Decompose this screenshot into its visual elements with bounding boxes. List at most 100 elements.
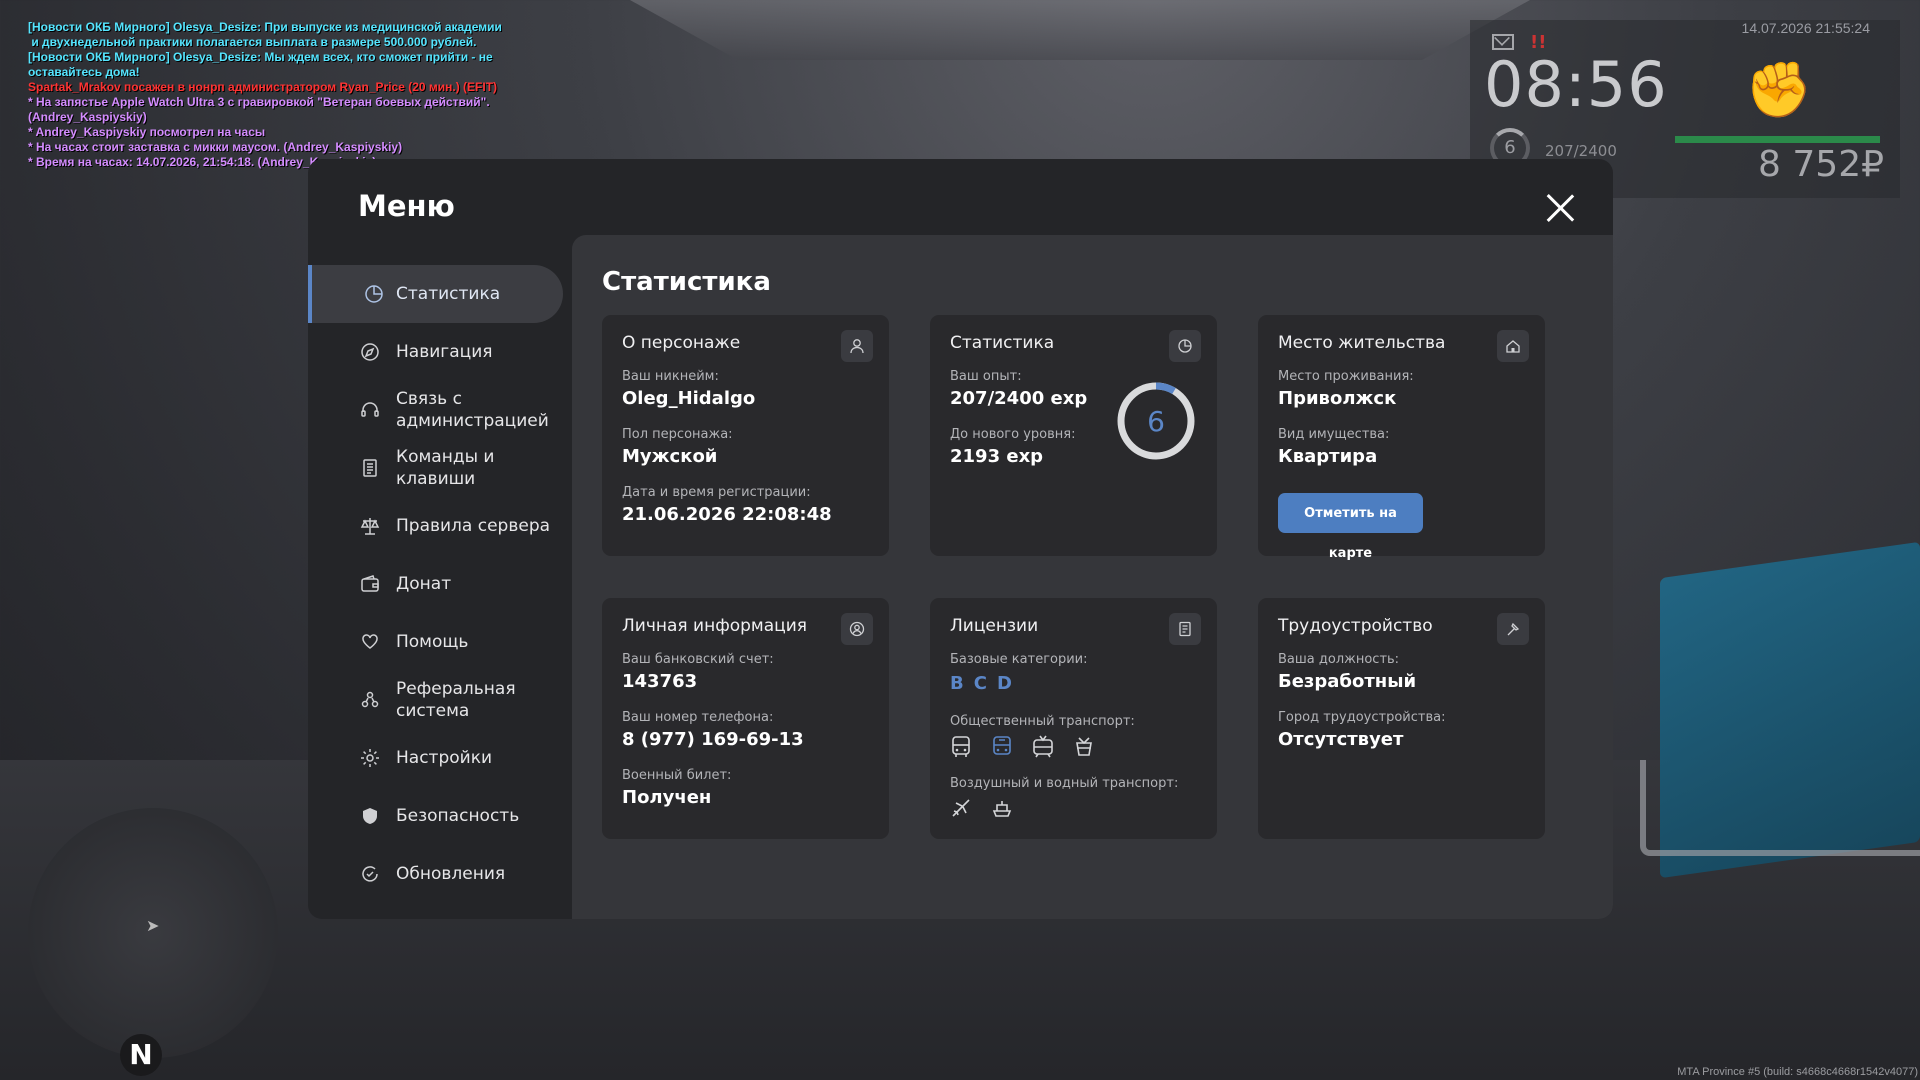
sidebar-item-label: Статистика [396,284,501,304]
hud-money: 8 752₽ [1758,144,1884,185]
headset-icon [358,398,382,422]
plane-icon [950,797,978,825]
chat-line: * Andrey_Kaspiyskiy посмотрел на часы [28,125,266,139]
sidebar-item[interactable]: Обновления [308,845,563,903]
menu-title: Меню [358,189,455,223]
user-icon [841,330,873,362]
chat-line: и двухнедельной практики полагается выпл… [28,35,477,49]
north-indicator: N [120,1034,162,1076]
exp-field: Ваш опыт: 207/2400 exp [950,369,1088,409]
military-id-field: Военный билет: Получен [622,768,732,808]
scene-bed-frame [1640,760,1920,856]
heart-hand-icon [358,630,382,654]
sidebar-item[interactable]: Правила сервера [308,497,563,555]
exp-value: 207/2400 exp [950,388,1088,409]
user-circle-icon [841,613,873,645]
military-id-value: Получен [622,787,712,808]
sidebar-item-label: Связь с администрацией [396,389,549,431]
nickname-field: Ваш никнейм: Oleg_Hidalgo [622,369,756,409]
card-title: Лицензии [950,616,1039,636]
people-icon [358,688,382,712]
player-arrow-icon: ➤ [146,916,160,935]
registration-value: 21.06.2026 22:08:48 [622,504,832,525]
employment-city-field: Город трудоустройства: Отсутствует [1278,710,1446,750]
sidebar-item-label: Безопасность [396,806,520,826]
bus-icon [950,735,978,763]
phone-field: Ваш номер телефона: 8 (977) 169-69-13 [622,710,804,750]
level-ring-value: 6 [1147,405,1165,438]
shield-icon [358,804,382,828]
sidebar-item-label: Донат [396,574,452,594]
card-title: Место жительства [1278,333,1446,353]
compass-icon [358,340,382,364]
sidebar-item[interactable]: Донат [308,555,563,613]
air-water-transport-field: Воздушный и водный транспорт: [950,776,1178,825]
card-title: Статистика [950,333,1055,353]
sidebar-item[interactable]: Навигация [308,323,563,381]
card-residence: Место жительства Место проживания: Приво… [1258,315,1545,561]
employment-city-value: Отсутствует [1278,729,1404,750]
sidebar-item-label: Правила сервера [396,516,551,536]
card-personal-info: Личная информация Ваш банковский счет: 1… [602,598,889,839]
position-value: Безработный [1278,671,1417,692]
chat-line: * На запястье Apple Watch Ultra 3 с грав… [28,95,490,109]
document-icon [358,456,382,480]
bus-active-icon [991,735,1019,763]
sidebar-item[interactable]: Связь с администрацией [308,381,563,439]
sidebar-item-label: Помощь [396,632,469,652]
chat-line: (Andrey_Kaspiyskiy) [28,110,147,124]
residence-place-field: Место проживания: Приволжск [1278,369,1414,409]
gender-field: Пол персонажа: Мужской [622,427,733,467]
license-category-b: B [950,673,964,694]
scales-icon [358,514,382,538]
next-level-field: До нового уровня: 2193 exp [950,427,1076,467]
content-panel: Статистика О персонаже Ваш никнейм: Oleg… [572,235,1613,919]
sidebar-item-label: Команды и клавиши [396,447,495,489]
sidebar-item-label: Обновления [396,864,506,884]
hud-clock: 08:56 [1484,48,1668,121]
sidebar-item[interactable]: Помощь [308,613,563,671]
card-employment: Трудоустройство Ваша должность: Безработ… [1258,598,1545,839]
menu-window: Меню Статистика Навигация Связь с админист… [308,159,1613,919]
build-info: MTA Province #5 (build: s4668c4668r1542v… [1677,1066,1918,1078]
card-title: Трудоустройство [1278,616,1433,636]
chat-line: * На часах стоит заставка с микки маусом… [28,140,403,154]
boat-icon [991,797,1019,825]
position-field: Ваша должность: Безработный [1278,652,1417,692]
hud-exp: 207/2400 [1545,142,1617,160]
base-categories-field: Базовые категории: BCD [950,652,1088,694]
registration-field: Дата и время регистрации: 21.06.2026 22:… [622,485,832,525]
level-ring: 6 [1117,382,1195,460]
residence-place-value: Приволжск [1278,388,1397,409]
sidebar-item[interactable]: Настройки [308,729,563,787]
card-title: Личная информация [622,616,808,636]
menu-sidebar: Статистика Навигация Связь с администрацие… [308,265,563,903]
sidebar-item[interactable]: Безопасность [308,787,563,845]
hammer-icon [1497,613,1529,645]
hud-date: 14.07.2026 21:55:24 [1741,20,1870,36]
sidebar-item-label: Настройки [396,748,493,768]
bank-account-value: 143763 [622,671,698,692]
chat-line: [Новости ОКБ Мирного] Olesya_Desize: Мы … [28,50,493,64]
sidebar-item[interactable]: Статистика [308,265,563,323]
license-icon [1169,613,1201,645]
sidebar-item[interactable]: Реферальная система [308,671,563,729]
health-bar [1675,136,1880,143]
sidebar-item-label: Навигация [396,342,493,362]
close-button[interactable] [1545,193,1575,223]
sidebar-item-label: Реферальная система [396,679,516,721]
mark-on-map-button[interactable]: Отметить на карте [1278,493,1423,561]
pie-chart-icon [1169,330,1201,362]
house-icon [1497,330,1529,362]
nickname-value: Oleg_Hidalgo [622,388,756,409]
property-type-value: Квартира [1278,446,1378,467]
scene-ceiling [630,0,1530,60]
chat-line: оставайтесь дома! [28,65,140,79]
card-statistics: Статистика Ваш опыт: 207/2400 exp До нов… [930,315,1217,556]
refresh-check-icon [358,862,382,886]
sidebar-item[interactable]: Команды и клавиши [308,439,563,497]
trolley-icon [1073,735,1101,763]
public-transport-field: Общественный транспорт: [950,714,1135,763]
card-licenses: Лицензии Базовые категории: BCD Обществе… [930,598,1217,839]
card-character: О персонаже Ваш никнейм: Oleg_Hidalgo По… [602,315,889,556]
